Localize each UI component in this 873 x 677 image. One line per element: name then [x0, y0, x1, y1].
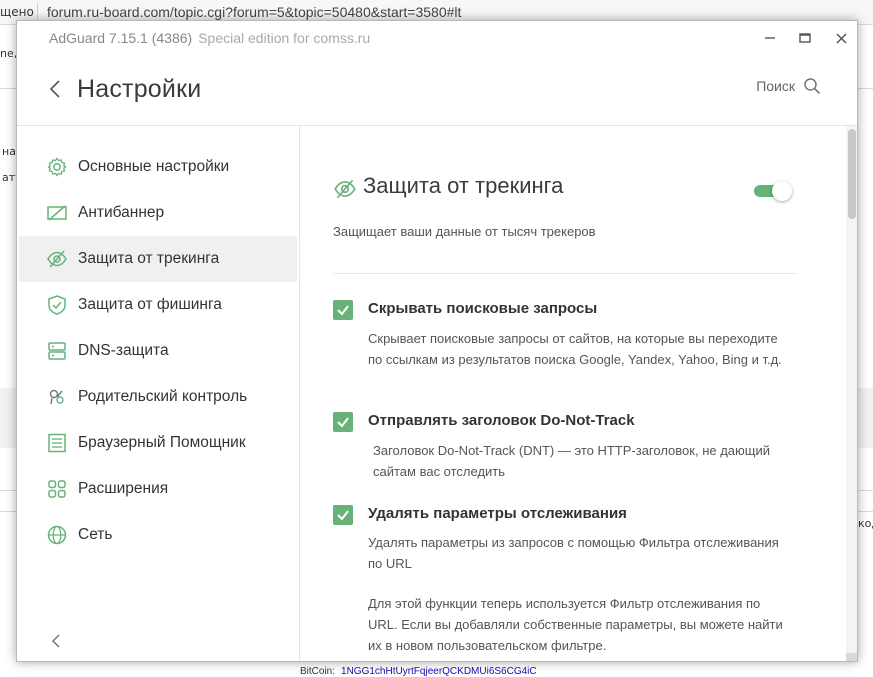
sidebar-item-label: DNS-защита — [78, 342, 169, 359]
footer-address-link[interactable]: 1NGG1chHtUyrtFqjeerQCKDMUi6S6CG4iC — [341, 666, 537, 677]
gear-icon — [46, 156, 68, 178]
sidebar-item-antibanner[interactable]: Антибаннер — [19, 190, 297, 236]
globe-icon — [46, 524, 68, 546]
sidebar-item-label: Расширения — [78, 480, 169, 497]
eye-off-icon — [333, 177, 357, 201]
sidebar-item-general[interactable]: Основные настройки — [19, 144, 297, 190]
sidebar-item-dns-protection[interactable]: DNS-защита — [19, 328, 297, 374]
checkmark-icon — [337, 305, 349, 316]
page-title: Настройки — [77, 75, 202, 103]
sidebar-item-network[interactable]: Сеть — [19, 512, 297, 558]
chevron-left-icon — [51, 634, 60, 648]
option-title[interactable]: Отправлять заголовок Do-Not-Track — [368, 412, 635, 429]
search-label: Поиск — [756, 78, 795, 94]
remove-tracking-params-checkbox[interactable] — [333, 505, 353, 525]
option-title[interactable]: Удалять параметры отслеживания — [368, 505, 627, 522]
background-fragment: на — [2, 145, 16, 158]
checkmark-icon — [337, 510, 349, 521]
sidebar-item-label: Защита от фишинга — [78, 296, 222, 313]
browser-url[interactable]: forum.ru-board.com/topic.cgi?forum=5&top… — [47, 4, 461, 20]
parental-icon — [46, 386, 68, 408]
section-description: Защищает ваши данные от тысяч трекеров — [333, 224, 596, 239]
app-title: AdGuard 7.15.1 (4386) Special edition for… — [49, 30, 370, 46]
sidebar-item-label: Основные настройки — [78, 158, 230, 175]
address-bar-separator — [37, 3, 38, 20]
option-title[interactable]: Скрывать поисковые запросы — [368, 300, 597, 317]
settings-sidebar: Основные настройки Антибаннер Защита от … — [17, 126, 300, 661]
browser-icon — [46, 432, 68, 454]
app-title-name: AdGuard 7.15.1 (4386) — [49, 30, 193, 46]
shield-icon — [46, 294, 68, 316]
background-footer: BitCoin: 1NGG1chHtUyrtFqjeerQCKDMUi6S6CG4… — [300, 666, 537, 677]
settings-header: Настройки Поиск — [17, 55, 857, 126]
scrollbar-thumb[interactable] — [848, 129, 856, 219]
section-divider — [333, 273, 797, 274]
hide-search-queries-checkbox[interactable] — [333, 300, 353, 320]
background-fragment: код — [858, 517, 873, 530]
window-titlebar[interactable]: AdGuard 7.15.1 (4386) Special edition for… — [17, 21, 857, 55]
app-title-subtitle: Special edition for comss.ru — [198, 30, 371, 46]
sidebar-item-label: Браузерный Помощник — [78, 434, 246, 451]
search-button[interactable]: Поиск — [756, 77, 821, 95]
send-dnt-checkbox[interactable] — [333, 412, 353, 432]
extensions-icon — [46, 478, 68, 500]
antibanner-icon — [46, 202, 68, 224]
maximize-icon — [799, 33, 811, 43]
minimize-icon — [765, 37, 775, 39]
server-icon — [46, 340, 68, 362]
background-fragment: ne, — [0, 47, 18, 60]
sidebar-item-browser-assistant[interactable]: Браузерный Помощник — [19, 420, 297, 466]
sidebar-collapse-button[interactable] — [49, 631, 63, 651]
option-description: Заголовок Do-Not-Track (DNT) — это HTTP-… — [373, 443, 770, 479]
back-button[interactable] — [47, 77, 65, 101]
option-description: Удалять параметры из запросов с помощью … — [368, 535, 779, 571]
option-note: Для этой функции теперь используется Фил… — [368, 596, 783, 653]
sidebar-item-label: Родительский контроль — [78, 388, 248, 405]
section-title: Защита от трекинга — [363, 173, 564, 198]
sidebar-item-label: Сеть — [78, 526, 113, 543]
sidebar-item-parental-control[interactable]: Родительский контроль — [19, 374, 297, 420]
sidebar-item-extensions[interactable]: Расширения — [19, 466, 297, 512]
minimize-button[interactable] — [759, 27, 781, 49]
toggle-knob — [772, 181, 792, 201]
checkmark-icon — [337, 417, 349, 428]
search-icon — [804, 78, 821, 95]
sidebar-item-label: Антибаннер — [78, 204, 165, 221]
footer-label: BitCoin: — [300, 666, 336, 677]
eye-off-icon — [46, 248, 68, 270]
adguard-window: AdGuard 7.15.1 (4386) Special edition for… — [16, 20, 858, 662]
chevron-left-icon — [49, 80, 60, 98]
sidebar-item-tracking-protection[interactable]: Защита от трекинга — [19, 236, 297, 282]
tracking-protection-panel: Защита от трекинга Защищает ваши данные … — [300, 126, 842, 661]
option-description: Скрывает поисковые запросы от сайтов, на… — [368, 331, 782, 367]
sidebar-item-phishing-protection[interactable]: Защита от фишинга — [19, 282, 297, 328]
close-button[interactable] — [830, 27, 852, 49]
scrollbar-bottom — [846, 653, 857, 661]
background-fragment: щено — [0, 5, 34, 19]
maximize-button[interactable] — [794, 27, 816, 49]
sidebar-item-label: Защита от трекинга — [78, 250, 220, 267]
tracking-protection-toggle[interactable] — [754, 181, 794, 201]
close-icon — [835, 32, 847, 44]
